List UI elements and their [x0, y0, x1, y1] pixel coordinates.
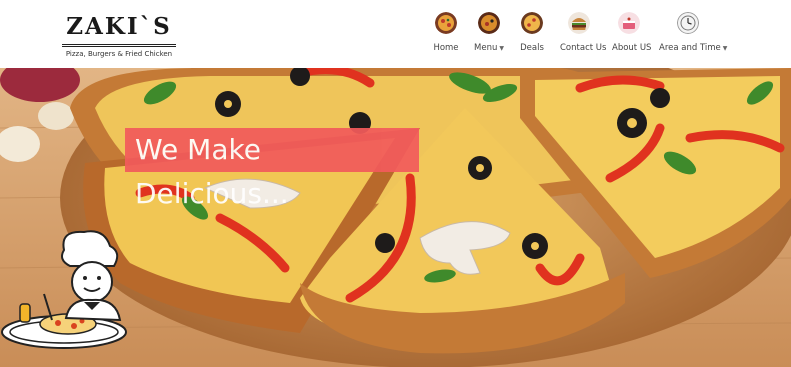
hero-tagline: We Make Delicious... — [125, 128, 419, 210]
chevron-down-icon: ▼ — [722, 45, 728, 52]
nav-label-deals: Deals — [520, 43, 544, 53]
nav-item-deals[interactable]: Deals — [520, 12, 544, 62]
chevron-down-icon: ▼ — [499, 45, 504, 52]
nav-label-menu: Menu ▼ — [474, 43, 504, 53]
clock-icon — [677, 12, 699, 34]
main-navigation: Home Menu ▼ Deals Contact Us About US Ar… — [0, 12, 791, 62]
hero-banner: We Make Delicious... — [0, 68, 791, 367]
nav-item-about-us[interactable]: About US — [612, 12, 652, 62]
nav-item-area-and-time[interactable]: Area and Time ▼ — [659, 12, 728, 62]
cake-icon — [618, 12, 640, 34]
burger-icon — [568, 12, 590, 34]
nav-label-contact-us: Contact Us — [560, 43, 607, 53]
nav-label-area-and-time: Area and Time ▼ — [659, 43, 728, 53]
nav-item-contact-us[interactable]: Contact Us — [560, 12, 607, 62]
nav-label-about-us: About US — [612, 43, 652, 53]
nav-label-home: Home — [433, 43, 459, 53]
nav-item-home[interactable]: Home — [433, 12, 459, 62]
pizza-icon — [435, 12, 457, 34]
pizza-icon — [478, 12, 500, 34]
chef-badge-icon — [1, 230, 127, 349]
site-header: ZAKI`S Pizza, Burgers & Fried Chicken Ho… — [0, 0, 791, 68]
pizza-icon — [521, 12, 543, 34]
nav-item-menu[interactable]: Menu ▼ — [474, 12, 504, 62]
